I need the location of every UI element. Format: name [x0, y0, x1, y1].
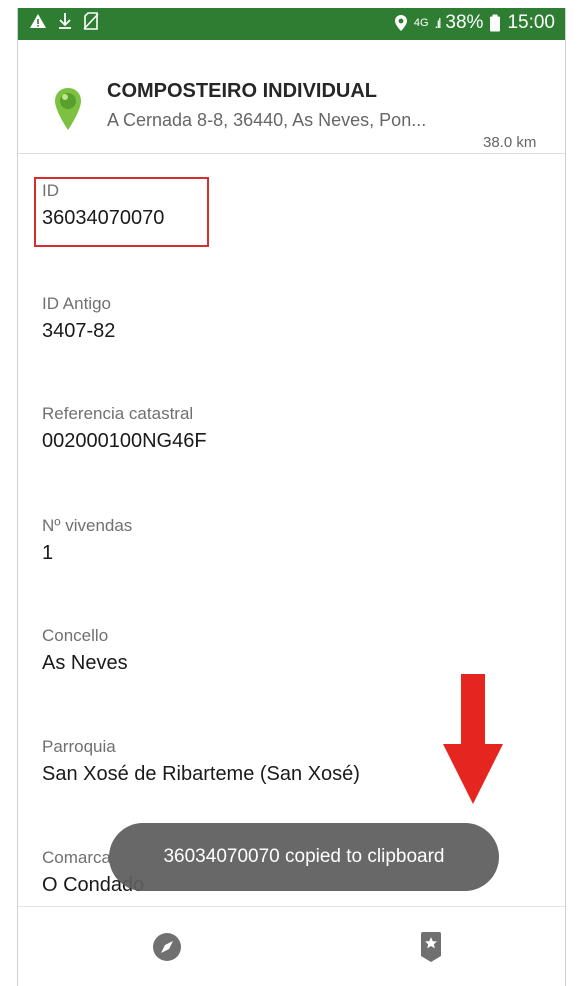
status-right-icons: 4G .ıl 38% 15:00 [394, 12, 555, 34]
frame-border-right [565, 8, 566, 986]
field-concello[interactable]: Concello As Neves [42, 626, 128, 675]
warning-icon [30, 14, 46, 28]
field-id-antigo[interactable]: ID Antigo 3407-82 [42, 294, 115, 343]
red-arrow-annotation [443, 674, 503, 804]
field-label: Nº vivendas [42, 516, 133, 535]
field-value[interactable]: 1 [42, 542, 132, 565]
field-label: Parroquia [42, 737, 116, 756]
field-label: Referencia catastral [42, 404, 194, 423]
field-value[interactable]: San Xosé de Ribarteme (San Xosé) [42, 763, 360, 786]
signal-icon: .ıl [434, 15, 442, 31]
no-sim-icon [83, 12, 99, 30]
battery-icon [490, 14, 501, 32]
field-value[interactable]: As Neves [42, 652, 128, 675]
status-bar: 4G .ıl 38% 15:00 [17, 8, 565, 40]
place-distance: 38.0 km [483, 134, 537, 151]
phone-screen: 4G .ıl 38% 15:00 COMPOSTEIRO INDIVIDUAL … [17, 8, 565, 986]
location-icon [394, 15, 407, 31]
field-parroquia[interactable]: Parroquia San Xosé de Ribarteme (San Xos… [42, 737, 360, 786]
field-n-vivendas[interactable]: Nº vivendas 1 [42, 516, 132, 565]
field-value[interactable]: 3407-82 [42, 320, 115, 343]
field-value[interactable]: 002000100NG46F [42, 430, 207, 453]
place-header[interactable]: COMPOSTEIRO INDIVIDUAL A Cernada 8-8, 36… [17, 40, 565, 154]
field-label: ID Antigo [42, 294, 111, 313]
map-pin-icon [55, 88, 81, 130]
field-label: Concello [42, 626, 109, 645]
id-highlight-box [34, 177, 209, 247]
compass-icon [153, 933, 181, 961]
network-type: 4G [413, 17, 429, 29]
field-referencia-catastral[interactable]: Referencia catastral 002000100NG46F [42, 404, 207, 453]
place-address: A Cernada 8-8, 36440, As Neves, Pon... [107, 110, 427, 130]
clock: 15:00 [507, 12, 555, 33]
clipboard-toast: 36034070070 copied to clipboard [109, 823, 499, 891]
battery-percent: 38% [445, 12, 484, 33]
download-icon [59, 13, 71, 29]
place-title: COMPOSTEIRO INDIVIDUAL [107, 80, 378, 102]
nav-bookmark-button[interactable] [413, 929, 449, 965]
nav-compass-button[interactable] [149, 929, 185, 965]
bottom-nav [17, 906, 565, 986]
bookmark-star-icon [421, 932, 441, 962]
frame-border-left [17, 8, 18, 986]
status-left-icons [29, 12, 99, 30]
